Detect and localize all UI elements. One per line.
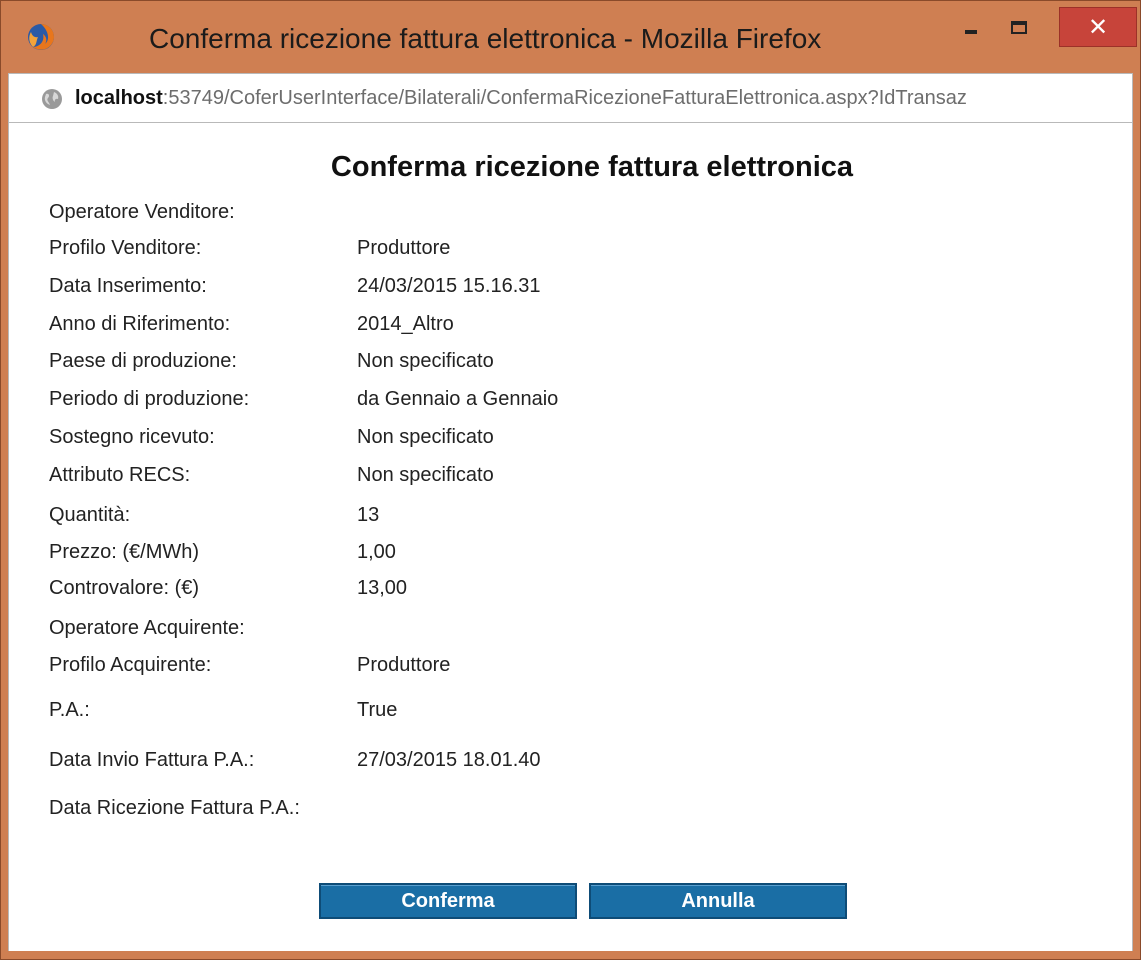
field-value-periodo-produzione: da Gennaio a Gennaio bbox=[357, 388, 559, 410]
field-label-profilo-venditore: Profilo Venditore: bbox=[49, 237, 202, 259]
close-icon: ✕ bbox=[1087, 13, 1109, 41]
field-value-data-invio-fattura: 27/03/2015 18.01.40 bbox=[357, 749, 541, 771]
field-value-data-inserimento: 24/03/2015 15.16.31 bbox=[357, 275, 541, 297]
title-bar[interactable]: Conferma ricezione fattura elettronica -… bbox=[1, 1, 1140, 73]
field-value-prezzo: 1,00 bbox=[357, 541, 396, 563]
field-label-data-invio-fattura: Data Invio Fattura P.A.: bbox=[49, 749, 255, 771]
maximize-button[interactable] bbox=[997, 9, 1041, 45]
close-button[interactable]: ✕ bbox=[1059, 7, 1137, 47]
maximize-icon bbox=[1011, 20, 1027, 34]
field-label-data-inserimento: Data Inserimento: bbox=[49, 275, 207, 297]
field-label-periodo-produzione: Periodo di produzione: bbox=[49, 388, 250, 410]
minimize-button[interactable] bbox=[949, 9, 993, 45]
field-label-profilo-acquirente: Profilo Acquirente: bbox=[49, 654, 212, 676]
field-label-attributo-recs: Attributo RECS: bbox=[49, 464, 191, 486]
field-value-attributo-recs: Non specificato bbox=[357, 464, 494, 486]
firefox-icon bbox=[27, 23, 55, 51]
url-host: localhost bbox=[75, 87, 163, 109]
cancel-button[interactable]: Annulla bbox=[589, 883, 847, 919]
field-label-data-ricezione-fattura: Data Ricezione Fattura P.A.: bbox=[49, 797, 300, 819]
field-label-pa: P.A.: bbox=[49, 699, 90, 721]
field-label-prezzo: Prezzo: (€/MWh) bbox=[49, 541, 200, 563]
field-label-controvalore: Controvalore: (€) bbox=[49, 577, 200, 599]
url-path: :53749/CoferUserInterface/Bilaterali/Con… bbox=[162, 87, 967, 109]
page-title: Conferma ricezione fattura elettronica bbox=[330, 151, 854, 183]
field-value-profilo-acquirente: Produttore bbox=[357, 654, 451, 676]
field-label-anno-riferimento: Anno di Riferimento: bbox=[49, 313, 231, 335]
url-text[interactable]: localhost:53749/CoferUserInterface/Bilat… bbox=[75, 87, 967, 110]
field-label-sostegno-ricevuto: Sostegno ricevuto: bbox=[49, 426, 215, 448]
minimize-icon bbox=[965, 30, 977, 34]
field-value-controvalore: 13,00 bbox=[357, 577, 408, 599]
browser-window: Conferma ricezione fattura elettronica -… bbox=[0, 0, 1141, 960]
field-value-sostegno-ricevuto: Non specificato bbox=[357, 426, 494, 448]
globe-icon bbox=[41, 88, 63, 110]
field-label-operatore-acquirente: Operatore Acquirente: bbox=[49, 617, 245, 639]
field-value-pa: True bbox=[357, 699, 398, 721]
field-label-operatore-venditore: Operatore Venditore: bbox=[49, 201, 235, 223]
address-bar[interactable]: localhost:53749/CoferUserInterface/Bilat… bbox=[8, 73, 1133, 123]
window-title: Conferma ricezione fattura elettronica -… bbox=[149, 23, 822, 54]
field-value-quantita: 13 bbox=[357, 504, 380, 526]
field-value-paese-produzione: Non specificato bbox=[357, 350, 494, 372]
field-value-anno-riferimento: 2014_Altro bbox=[357, 313, 454, 335]
field-value-profilo-venditore: Produttore bbox=[357, 237, 451, 259]
confirm-button[interactable]: Conferma bbox=[319, 883, 577, 919]
field-label-quantita: Quantità: bbox=[49, 504, 131, 526]
field-label-paese-produzione: Paese di produzione: bbox=[49, 350, 237, 372]
page-content: Conferma ricezione fattura elettronica O… bbox=[8, 123, 1133, 951]
